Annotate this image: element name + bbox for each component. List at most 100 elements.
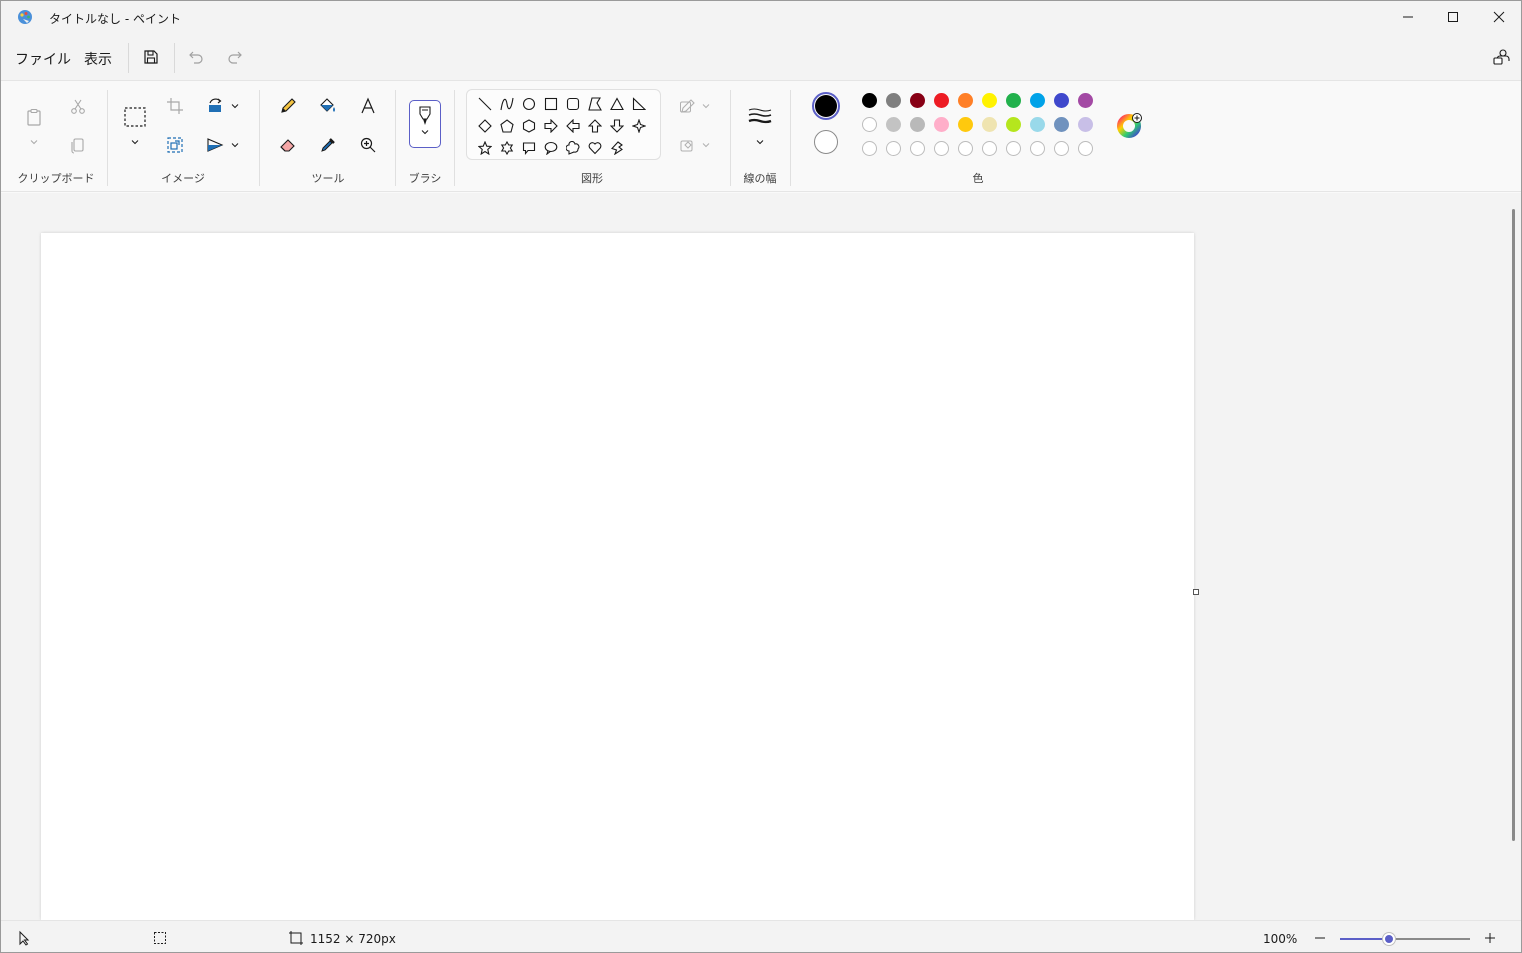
secondary-color[interactable] — [814, 130, 838, 154]
color-swatch[interactable] — [886, 93, 901, 108]
drawing-canvas[interactable] — [41, 233, 1194, 920]
magnifier-tool[interactable] — [354, 131, 382, 159]
custom-color-slot[interactable] — [982, 141, 997, 156]
fill-shape-button[interactable] — [674, 131, 702, 159]
custom-color-slot[interactable] — [1054, 141, 1069, 156]
minimize-button[interactable] — [1385, 1, 1431, 33]
right-triangle-shape[interactable] — [629, 94, 649, 114]
color-swatch[interactable] — [934, 117, 949, 132]
hexagon-shape[interactable] — [519, 116, 539, 136]
undo-button[interactable] — [185, 46, 207, 68]
color-swatch[interactable] — [1054, 117, 1069, 132]
chevron-down-icon[interactable] — [230, 140, 240, 150]
color-swatch[interactable] — [886, 117, 901, 132]
vertical-scrollbar[interactable] — [1512, 209, 1515, 841]
custom-color-slot[interactable] — [886, 141, 901, 156]
fill-tool[interactable] — [314, 92, 342, 120]
cloud-callout-shape[interactable] — [563, 138, 583, 158]
triangle-shape[interactable] — [607, 94, 627, 114]
save-button[interactable] — [140, 46, 162, 68]
color-swatch[interactable] — [1030, 93, 1045, 108]
color-swatch[interactable] — [1078, 117, 1093, 132]
polygon-shape[interactable] — [585, 94, 605, 114]
color-swatch[interactable] — [1030, 117, 1045, 132]
rectangle-shape[interactable] — [541, 94, 561, 114]
file-menu[interactable]: ファイル — [15, 49, 71, 69]
custom-color-slot[interactable] — [1006, 141, 1021, 156]
cut-button[interactable] — [64, 92, 92, 120]
line-shape[interactable] — [475, 94, 495, 114]
chevron-down-icon[interactable] — [230, 101, 240, 111]
paint-palette-icon — [18, 10, 32, 24]
zoom-in-icon[interactable] — [1482, 930, 1498, 946]
rotate-button[interactable] — [201, 92, 229, 120]
color-swatch[interactable] — [862, 93, 877, 108]
four-point-star-shape[interactable] — [629, 116, 649, 136]
chevron-down-icon[interactable] — [130, 137, 140, 147]
chevron-down-icon[interactable] — [701, 101, 711, 111]
outline-button[interactable] — [674, 92, 702, 120]
redo-button[interactable] — [224, 46, 246, 68]
close-button[interactable] — [1476, 1, 1521, 33]
brush-button[interactable] — [409, 100, 441, 148]
copy-button[interactable] — [64, 131, 92, 159]
custom-color-slot[interactable] — [958, 141, 973, 156]
zoom-slider-track[interactable] — [1340, 938, 1470, 940]
color-swatch[interactable] — [862, 117, 877, 132]
color-swatch[interactable] — [910, 117, 925, 132]
zoom-slider-thumb[interactable] — [1383, 933, 1396, 945]
color-swatch[interactable] — [1006, 117, 1021, 132]
crop-button[interactable] — [161, 92, 189, 120]
primary-color[interactable] — [812, 92, 840, 120]
zoom-out-icon[interactable] — [1312, 930, 1328, 946]
resize-image-icon — [167, 137, 183, 153]
text-tool[interactable] — [354, 92, 382, 120]
view-menu[interactable]: 表示 — [84, 49, 112, 69]
select-button[interactable] — [120, 102, 150, 132]
right-arrow-shape[interactable] — [541, 116, 561, 136]
flip-button[interactable] — [201, 131, 229, 159]
five-point-star-shape[interactable] — [475, 138, 495, 158]
eraser-tool[interactable] — [274, 131, 302, 159]
color-swatch[interactable] — [958, 117, 973, 132]
pentagon-shape[interactable] — [497, 116, 517, 136]
rect-callout-shape[interactable] — [519, 138, 539, 158]
left-arrow-shape[interactable] — [563, 116, 583, 136]
lightning-shape[interactable] — [607, 138, 627, 158]
color-swatch[interactable] — [1006, 93, 1021, 108]
maximize-button[interactable] — [1430, 1, 1476, 33]
color-swatch[interactable] — [982, 117, 997, 132]
color-swatch[interactable] — [1078, 93, 1093, 108]
pencil-tool[interactable] — [274, 92, 302, 120]
six-point-star-shape[interactable] — [497, 138, 517, 158]
edit-colors-icon[interactable] — [1117, 113, 1143, 139]
paste-button[interactable] — [20, 103, 48, 131]
heart-shape[interactable] — [585, 138, 605, 158]
line-width-button[interactable] — [746, 102, 774, 130]
resize-button[interactable] — [161, 131, 189, 159]
oval-callout-shape[interactable] — [541, 138, 561, 158]
color-swatch[interactable] — [1054, 93, 1069, 108]
chevron-down-icon[interactable] — [755, 137, 765, 147]
color-swatch[interactable] — [934, 93, 949, 108]
curve-shape[interactable] — [497, 94, 517, 114]
custom-color-slot[interactable] — [934, 141, 949, 156]
color-swatch[interactable] — [982, 93, 997, 108]
custom-color-slot[interactable] — [910, 141, 925, 156]
diamond-shape[interactable] — [475, 116, 495, 136]
chevron-down-icon[interactable] — [701, 140, 711, 150]
canvas-resize-handle[interactable] — [1193, 589, 1199, 595]
account-button[interactable] — [1490, 46, 1512, 68]
color-swatch[interactable] — [958, 93, 973, 108]
color-picker-tool[interactable] — [314, 131, 342, 159]
color-swatch[interactable] — [910, 93, 925, 108]
oval-shape[interactable] — [519, 94, 539, 114]
down-arrow-shape[interactable] — [607, 116, 627, 136]
custom-color-slot[interactable] — [1078, 141, 1093, 156]
custom-color-slot[interactable] — [1030, 141, 1045, 156]
rounded-rectangle-shape[interactable] — [563, 94, 583, 114]
custom-color-slot[interactable] — [862, 141, 877, 156]
zoom-level-text[interactable]: 100% — [1263, 932, 1297, 946]
chevron-down-icon[interactable] — [29, 137, 39, 147]
up-arrow-shape[interactable] — [585, 116, 605, 136]
